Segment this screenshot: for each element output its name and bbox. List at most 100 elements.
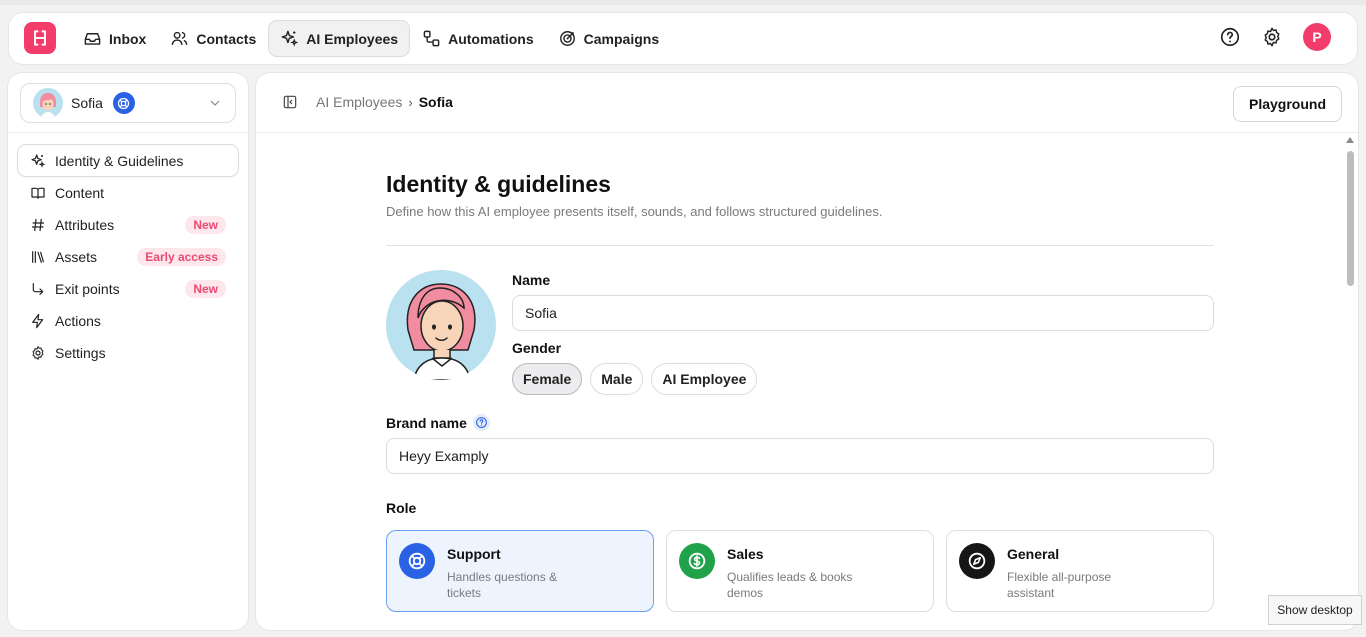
corner-down-right-icon bbox=[32, 282, 44, 295]
nav-inbox[interactable]: Inbox bbox=[72, 21, 157, 56]
main-nav: Inbox Contacts AI Employees Automations … bbox=[72, 21, 670, 56]
sparkles-icon bbox=[281, 30, 299, 47]
role-description: Qualifies leads & books demos bbox=[727, 570, 853, 600]
role-card-support[interactable]: Support Handles questions & tickets bbox=[386, 530, 654, 612]
gender-label: Gender bbox=[512, 340, 562, 356]
sidebar-item-label: Assets bbox=[55, 248, 98, 265]
name-label: Name bbox=[512, 272, 551, 288]
library-icon bbox=[32, 250, 44, 263]
content-divider bbox=[386, 245, 1214, 246]
sidebar-item-actions[interactable]: Actions bbox=[18, 305, 238, 336]
panel-toggle-icon[interactable] bbox=[282, 94, 298, 110]
inbox-icon bbox=[84, 33, 101, 45]
identity-section: Name Sofia Gender Female Male AI Employe… bbox=[386, 270, 1214, 420]
breadcrumb-parent[interactable]: AI Employees bbox=[316, 94, 402, 110]
scrollbar-thumb[interactable] bbox=[1347, 151, 1354, 286]
lifebuoy-icon bbox=[118, 97, 130, 109]
lifebuoy-icon bbox=[399, 543, 435, 579]
role-options: Support Handles questions & tickets Sale… bbox=[386, 530, 1214, 612]
nav-inbox-label: Inbox bbox=[109, 30, 147, 47]
sidebar-item-attributes[interactable]: Attributes New bbox=[18, 209, 238, 240]
page-subtitle: Define how this AI employee presents its… bbox=[386, 204, 883, 219]
book-icon bbox=[31, 187, 45, 199]
help-circle-icon[interactable] bbox=[1219, 26, 1241, 48]
gender-options: Female Male AI Employee bbox=[512, 363, 758, 395]
automations-icon bbox=[423, 30, 440, 47]
sidebar-item-label: Settings bbox=[55, 344, 106, 361]
sidebar-item-assets[interactable]: Assets Early access bbox=[18, 241, 238, 272]
sidebar-item-content[interactable]: Content bbox=[18, 177, 238, 208]
top-navigation-bar: Inbox Contacts AI Employees Automations … bbox=[9, 13, 1357, 64]
header-divider bbox=[256, 132, 1358, 133]
sidebar-item-exit-points[interactable]: Exit points New bbox=[18, 273, 238, 304]
brand-name-input[interactable]: Heyy Examply bbox=[386, 438, 1214, 474]
new-badge: New bbox=[185, 216, 226, 234]
role-field-group: Role Support Handles questions & tickets… bbox=[386, 500, 1214, 612]
zap-icon bbox=[32, 313, 44, 328]
breadcrumb-separator-icon: › bbox=[408, 94, 413, 110]
identity-form: Identity & guidelines Define how this AI… bbox=[386, 171, 1214, 612]
role-label: Role bbox=[386, 500, 417, 516]
main-panel: AI Employees › Sofia Playground Identity… bbox=[256, 73, 1358, 630]
gender-field-group: Gender Female Male AI Employee bbox=[512, 340, 758, 395]
nav-contacts-label: Contacts bbox=[196, 30, 257, 47]
role-card-sales[interactable]: Sales Qualifies leads & books demos bbox=[666, 530, 934, 612]
role-title: Sales bbox=[727, 546, 764, 562]
role-title: General bbox=[1007, 546, 1060, 562]
show-desktop-tooltip: Show desktop bbox=[1268, 595, 1362, 625]
campaigns-icon bbox=[559, 31, 575, 46]
breadcrumb: AI Employees › Sofia bbox=[282, 94, 453, 110]
early-access-badge: Early access bbox=[137, 248, 226, 266]
page-title: Identity & guidelines bbox=[386, 171, 611, 197]
contacts-icon bbox=[172, 31, 188, 45]
playground-button[interactable]: Playground bbox=[1232, 86, 1342, 122]
app-logo[interactable] bbox=[24, 22, 56, 54]
logo-icon bbox=[34, 30, 46, 46]
employee-selector[interactable]: Sofia bbox=[20, 83, 236, 123]
employee-avatar bbox=[33, 88, 63, 118]
sidebar-menu: Identity & Guidelines Content Attributes… bbox=[18, 145, 238, 369]
sidebar: Sofia Identity & Guidelines Content Attr… bbox=[8, 73, 248, 630]
gear-icon bbox=[32, 345, 44, 360]
sparkles-icon bbox=[31, 153, 46, 168]
window-top-strip bbox=[0, 0, 1366, 5]
sidebar-item-settings[interactable]: Settings bbox=[18, 337, 238, 368]
gender-option-female[interactable]: Female bbox=[512, 363, 583, 395]
nav-campaigns-label: Campaigns bbox=[583, 30, 660, 47]
support-role-badge bbox=[112, 92, 135, 114]
role-card-general[interactable]: General Flexible all-purpose assistant bbox=[946, 530, 1214, 612]
sidebar-item-label: Exit points bbox=[55, 280, 120, 297]
gender-option-ai-employee[interactable]: AI Employee bbox=[651, 363, 758, 395]
user-avatar[interactable]: P bbox=[1303, 23, 1331, 51]
sidebar-item-label: Attributes bbox=[55, 216, 115, 233]
nav-automations-label: Automations bbox=[448, 30, 534, 47]
gear-icon[interactable] bbox=[1261, 26, 1283, 48]
role-description: Flexible all-purpose assistant bbox=[1007, 570, 1112, 600]
breadcrumb-current: Sofia bbox=[418, 94, 453, 110]
sidebar-item-label: Content bbox=[55, 184, 105, 201]
sidebar-item-label: Identity & Guidelines bbox=[55, 152, 184, 169]
sidebar-item-identity[interactable]: Identity & Guidelines bbox=[18, 145, 238, 176]
gender-option-male[interactable]: Male bbox=[590, 363, 644, 395]
name-input[interactable]: Sofia bbox=[512, 295, 1214, 331]
nav-automations[interactable]: Automations bbox=[411, 21, 545, 56]
nav-contacts[interactable]: Contacts bbox=[159, 21, 267, 56]
nav-ai-employees-label: AI Employees bbox=[306, 30, 399, 47]
employee-name: Sofia bbox=[71, 95, 103, 111]
brand-field-group: Brand name Heyy Examply bbox=[386, 414, 1214, 474]
nav-ai-employees[interactable]: AI Employees bbox=[269, 21, 410, 56]
sidebar-item-label: Actions bbox=[55, 312, 101, 329]
scroll-up-arrow[interactable] bbox=[1346, 137, 1354, 143]
chevron-down-icon bbox=[210, 100, 220, 106]
nav-campaigns[interactable]: Campaigns bbox=[547, 21, 670, 56]
role-title: Support bbox=[447, 546, 501, 562]
sidebar-divider bbox=[8, 132, 248, 133]
new-badge: New bbox=[185, 280, 226, 298]
employee-large-avatar[interactable] bbox=[386, 270, 496, 380]
role-description: Handles questions & tickets bbox=[447, 570, 558, 600]
top-right-controls: P bbox=[1219, 23, 1331, 51]
name-field-group: Name Sofia bbox=[512, 272, 1214, 331]
compass-icon bbox=[959, 543, 995, 579]
dollar-icon bbox=[679, 543, 715, 579]
hash-icon bbox=[32, 218, 44, 231]
